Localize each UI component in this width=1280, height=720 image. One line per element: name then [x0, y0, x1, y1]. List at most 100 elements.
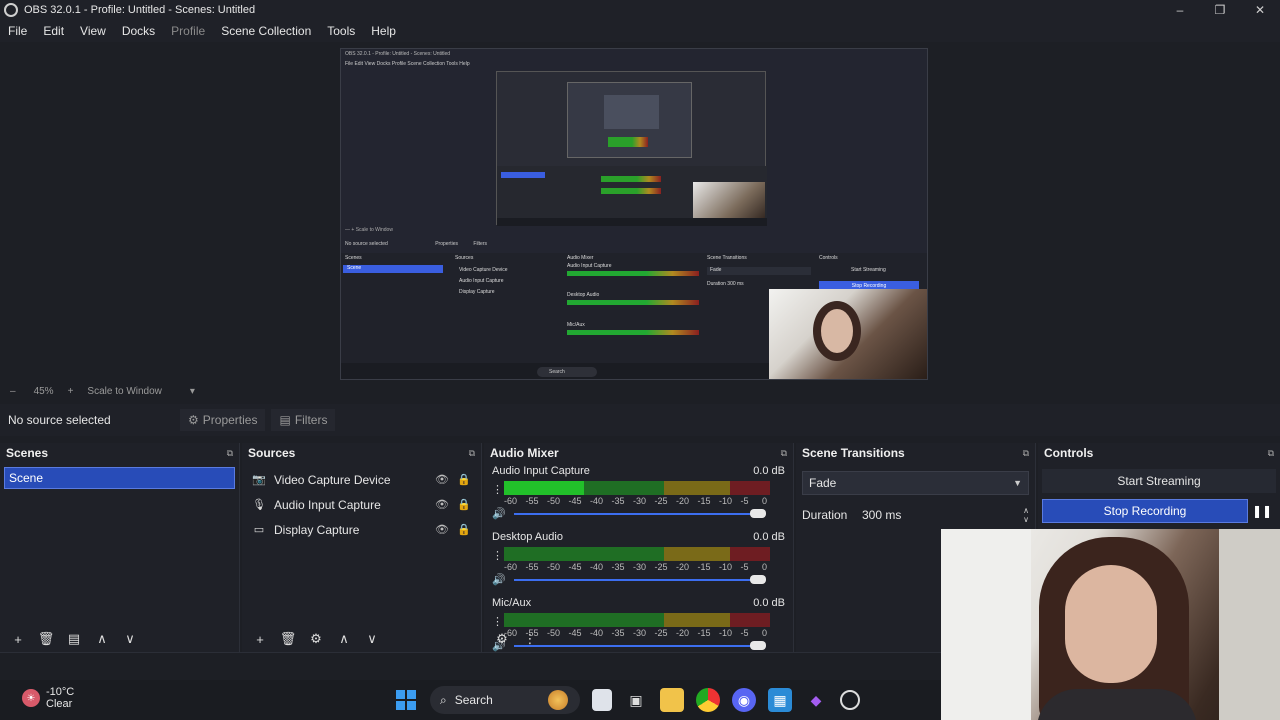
- meter-tick-label: -15: [697, 562, 711, 572]
- undock-icon[interactable]: ⧉: [1023, 448, 1029, 459]
- volume-fill: [514, 579, 758, 581]
- volume-slider[interactable]: 🔊: [492, 507, 782, 521]
- windows-start-icon[interactable]: [394, 688, 418, 712]
- menu-help[interactable]: Help: [363, 24, 404, 38]
- zoom-in-button[interactable]: +: [68, 386, 74, 397]
- weather-icon: ☀: [22, 689, 40, 707]
- mini-meter-2: [567, 300, 699, 305]
- menu-profile[interactable]: Profile: [163, 24, 213, 38]
- app-icon[interactable]: ◆: [804, 688, 828, 712]
- channel-menu-icon[interactable]: ⋮: [492, 615, 503, 628]
- mini-meter-1: [567, 271, 699, 276]
- duration-spinbox[interactable]: 300 ms ∧ ∨: [862, 503, 1029, 527]
- menu-edit[interactable]: Edit: [35, 24, 72, 38]
- obs-taskbar-icon[interactable]: [840, 690, 860, 710]
- menu-bar: File Edit View Docks Profile Scene Colle…: [0, 20, 1280, 42]
- preview-capture[interactable]: OBS 32.0.1 - Profile: Untitled - Scenes:…: [340, 48, 928, 380]
- visibility-eye-icon[interactable]: 👁: [435, 473, 449, 486]
- volume-slider[interactable]: 🔊: [492, 573, 782, 587]
- remove-scene-icon[interactable]: 🗑: [36, 631, 56, 647]
- meter-tick-label: -50: [547, 628, 561, 638]
- meter-tick-label: -25: [654, 496, 668, 506]
- webcam-person-shirt: [1037, 689, 1197, 720]
- taskbar-search[interactable]: ⌕ Search: [430, 686, 580, 714]
- source-properties-icon[interactable]: ⚙: [306, 631, 326, 647]
- pause-recording-icon[interactable]: ❚❚: [1248, 499, 1276, 523]
- channel-menu-icon[interactable]: ⋮: [492, 549, 503, 562]
- obs-logo-icon: [4, 3, 18, 17]
- channel-menu-icon[interactable]: ⋮: [492, 483, 503, 496]
- sources-dock: Sources ⧉ 📷 Video Capture Device 👁 🔒 🎙 A…: [242, 443, 482, 652]
- meter-tick-label: -50: [547, 562, 561, 572]
- zoom-out-button[interactable]: –: [10, 386, 16, 397]
- stop-recording-button[interactable]: Stop Recording: [1042, 499, 1248, 523]
- mini-fade-combo: Fade: [707, 267, 811, 275]
- volume-meter: [504, 481, 770, 495]
- meter-tick-label: -10: [719, 628, 733, 638]
- add-source-icon[interactable]: +: [250, 632, 270, 647]
- lock-icon[interactable]: 🔒: [457, 498, 471, 511]
- start-streaming-button[interactable]: Start Streaming: [1042, 469, 1276, 493]
- meter-zone: [663, 613, 731, 627]
- scene-item[interactable]: Scene: [4, 467, 235, 489]
- menu-docks[interactable]: Docks: [114, 24, 163, 38]
- folder-icon[interactable]: [660, 688, 684, 712]
- transition-select[interactable]: Fade ▼: [802, 471, 1029, 495]
- move-down-icon[interactable]: ∨: [120, 631, 140, 647]
- undock-icon[interactable]: ⧉: [1268, 448, 1274, 459]
- source-row[interactable]: ▭ Display Capture 👁 🔒: [242, 517, 481, 542]
- maximize-button[interactable]: ❐: [1200, 0, 1240, 20]
- chrome-icon[interactable]: [696, 688, 720, 712]
- close-button[interactable]: ✕: [1240, 0, 1280, 20]
- volume-knob[interactable]: [750, 641, 766, 650]
- search-highlight-icon: [548, 690, 568, 710]
- undock-icon[interactable]: ⧉: [781, 448, 787, 459]
- lock-icon[interactable]: 🔒: [457, 523, 471, 536]
- meter-tick-label: -20: [676, 562, 690, 572]
- add-scene-icon[interactable]: +: [8, 632, 28, 647]
- title-bar: OBS 32.0.1 - Profile: Untitled - Scenes:…: [0, 0, 1280, 20]
- filters-button[interactable]: ▤ Filters: [271, 409, 336, 431]
- meter-zone: [504, 547, 664, 561]
- source-row[interactable]: 🎙 Audio Input Capture 👁 🔒: [242, 492, 481, 517]
- remove-source-icon[interactable]: 🗑: [278, 631, 298, 647]
- menu-view[interactable]: View: [72, 24, 114, 38]
- volume-knob[interactable]: [750, 575, 766, 584]
- monitor-icon: ▭: [253, 524, 265, 536]
- spin-arrows-icon[interactable]: ∧ ∨: [1023, 506, 1029, 524]
- lock-icon[interactable]: 🔒: [457, 473, 471, 486]
- source-row[interactable]: 📷 Video Capture Device 👁 🔒: [242, 467, 481, 492]
- move-down-icon[interactable]: ∨: [362, 631, 382, 647]
- file-icon[interactable]: [592, 689, 612, 711]
- calculator-icon[interactable]: ▦: [768, 688, 792, 712]
- speaker-icon[interactable]: 🔊: [492, 573, 506, 586]
- meter-tick-label: 0: [762, 496, 768, 506]
- preview-area[interactable]: OBS 32.0.1 - Profile: Untitled - Scenes:…: [0, 42, 1280, 382]
- advanced-audio-icon[interactable]: ⚙: [492, 631, 512, 647]
- move-up-icon[interactable]: ∧: [92, 631, 112, 647]
- properties-button[interactable]: ⚙ Properties: [180, 409, 266, 431]
- meter-tick-label: -30: [633, 628, 647, 638]
- scale-mode-label[interactable]: Scale to Window: [87, 386, 161, 397]
- chevron-down-icon[interactable]: ▾: [190, 386, 195, 397]
- undock-icon[interactable]: ⧉: [227, 448, 233, 459]
- volume-knob[interactable]: [750, 509, 766, 518]
- minimize-button[interactable]: –: [1160, 0, 1200, 20]
- discord-icon[interactable]: ◉: [732, 688, 756, 712]
- visibility-eye-icon[interactable]: 👁: [435, 523, 449, 536]
- move-up-icon[interactable]: ∧: [334, 631, 354, 647]
- weather-widget[interactable]: ☀ -10°C Clear: [22, 686, 74, 710]
- mixer-menu-icon[interactable]: ⋮: [520, 631, 540, 647]
- speaker-icon[interactable]: 🔊: [492, 507, 506, 520]
- visibility-eye-icon[interactable]: 👁: [435, 498, 449, 511]
- mini-source-3: Display Capture: [459, 289, 495, 295]
- undock-icon[interactable]: ⧉: [469, 448, 475, 459]
- menu-file[interactable]: File: [0, 24, 35, 38]
- mini-scale-bar: — + Scale to Window: [345, 227, 393, 233]
- menu-scene-collection[interactable]: Scene Collection: [213, 24, 319, 38]
- terminal-icon[interactable]: ▣: [624, 688, 648, 712]
- meter-tick-label: -45: [568, 562, 582, 572]
- scene-filters-icon[interactable]: ▤: [64, 631, 84, 647]
- meter-tick-label: -45: [568, 496, 582, 506]
- menu-tools[interactable]: Tools: [319, 24, 363, 38]
